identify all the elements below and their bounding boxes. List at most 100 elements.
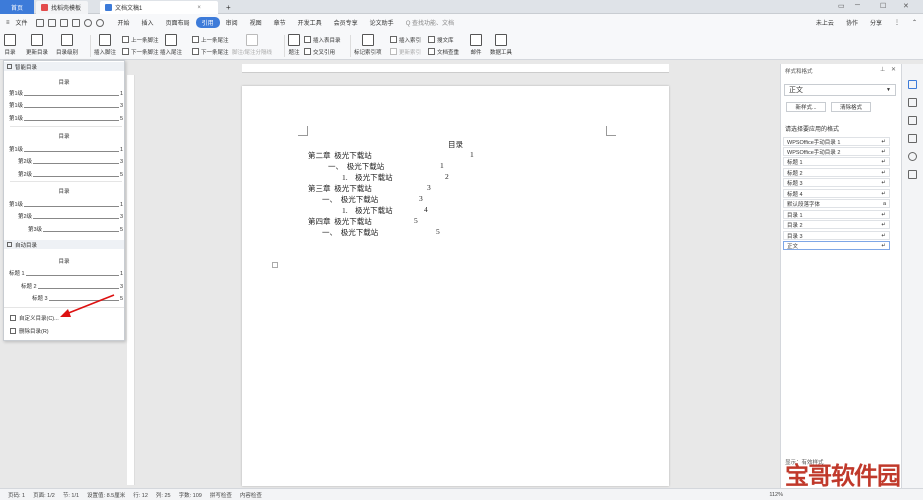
cloud-status[interactable]: 未上云 [810, 17, 840, 28]
prev-endnote-button[interactable]: 上一条尾注 [192, 35, 229, 44]
spell-check-toggle[interactable]: 拼写检查 [210, 491, 232, 499]
close-tab-icon[interactable]: × [197, 5, 201, 11]
maximize-icon[interactable]: ☐ [880, 2, 886, 10]
delete-toc-menu-item[interactable]: 删除目录(R) [10, 327, 49, 335]
new-style-button[interactable]: 新样式... [786, 102, 826, 112]
select-cursor-icon[interactable] [908, 98, 917, 107]
status-words[interactable]: 字数: 109 [179, 491, 202, 499]
toc-preview-line[interactable]: 第1级 3 [9, 101, 123, 109]
style-item[interactable]: 默认段落字体 a [783, 199, 890, 208]
menu-file[interactable]: 文件 [16, 17, 34, 28]
vertical-ruler[interactable] [127, 75, 135, 485]
update-index-icon [390, 48, 397, 55]
hamburger-icon[interactable]: ≡ [0, 17, 16, 28]
new-tab-button[interactable]: + [221, 1, 236, 14]
save-icon[interactable] [35, 18, 44, 27]
image-icon[interactable] [908, 134, 917, 143]
tab-template[interactable]: 找稻壳模板 [36, 1, 88, 14]
menu-layout[interactable]: 页面布局 [160, 17, 196, 28]
toc-preview-line[interactable]: 第1级 5 [9, 114, 123, 122]
toc-preview-line[interactable]: 标题 11 [9, 269, 123, 277]
settings-sliders-icon[interactable] [908, 116, 917, 125]
style-pen-icon[interactable] [908, 80, 917, 89]
menu-view[interactable]: 视图 [244, 17, 268, 28]
toc-preview-line[interactable]: 标题 23 [21, 282, 123, 290]
next-endnote-button[interactable]: 下一条尾注 [192, 47, 229, 56]
style-item[interactable]: 目录 2 ↵ [783, 220, 890, 229]
close-icon[interactable]: ✕ [903, 2, 909, 10]
document-page[interactable]: 目录 第二章 极光下载站 1 一、 极光下载站 1 1. 极光下载站 2 第三章… [242, 86, 669, 486]
toc-button[interactable]: 目录 [4, 34, 16, 56]
style-item[interactable]: 标题 2 ↵ [783, 168, 890, 177]
undo-icon[interactable] [83, 18, 92, 27]
mark-index-button[interactable]: 标记索引项 [354, 34, 382, 56]
doc-check-button[interactable]: 文档查重 [428, 47, 459, 56]
current-style-select[interactable]: 正文 ▼ [784, 84, 896, 96]
style-item[interactable]: 目录 3 ↵ [783, 231, 890, 240]
clear-format-button[interactable]: 清除格式 [831, 102, 871, 112]
style-item[interactable]: 标题 3 ↵ [783, 178, 890, 187]
style-item[interactable]: WPSOffice手动目录 2 ↵ [783, 147, 890, 156]
custom-toc-icon [10, 315, 16, 321]
cross-reference-button[interactable]: 交叉引用 [304, 47, 335, 56]
toc-level-button[interactable]: 目录级别 [56, 34, 78, 56]
zoom-level[interactable]: 112% [769, 492, 783, 498]
location-icon[interactable] [908, 152, 917, 161]
update-index-button[interactable]: 更新索引 [390, 47, 421, 56]
search-library-button[interactable]: 搜文库 [428, 35, 454, 44]
auto-toc-icon [7, 242, 12, 247]
style-item-selected[interactable]: 正文 ↵ [783, 241, 890, 250]
menu-insert[interactable]: 插入 [136, 17, 160, 28]
next-footnote-button[interactable]: 下一条脚注 [122, 47, 159, 56]
minimize-icon[interactable]: ─ [855, 2, 860, 9]
menu-home[interactable]: 开始 [112, 17, 136, 28]
caption-button[interactable]: 题注 [288, 34, 300, 56]
tab-home[interactable]: 首页 [0, 0, 34, 14]
menu-review[interactable]: 审阅 [220, 17, 244, 28]
pin-icon[interactable]: ⊥ [880, 66, 885, 73]
preview-icon[interactable] [59, 18, 68, 27]
content-check-toggle[interactable]: 内容检查 [240, 491, 262, 499]
toc-preview-line[interactable]: 第2级 5 [18, 170, 123, 178]
print-icon[interactable] [47, 18, 56, 27]
toc-preview-line[interactable]: 第2级 3 [18, 212, 123, 220]
collapse-icon[interactable]: ⌃ [906, 17, 923, 28]
toc-preview-line[interactable]: 第1级 1 [9, 89, 123, 97]
horizontal-ruler[interactable] [242, 64, 669, 73]
menu-developer[interactable]: 开发工具 [292, 17, 328, 28]
share-export-icon[interactable] [908, 170, 917, 179]
more-icon[interactable]: ⋮ [888, 17, 906, 28]
toc-preview-line[interactable]: 第3级 5 [28, 225, 123, 233]
menu-member[interactable]: 会员专享 [328, 17, 364, 28]
style-panel-header: 样式和格式 [785, 69, 813, 75]
menu-references[interactable]: 引用 [195, 17, 220, 28]
toc-preview-line[interactable]: 第2级 3 [18, 157, 123, 165]
export-icon[interactable] [71, 18, 80, 27]
insert-table-toc-button[interactable]: 插入表目录 [304, 35, 341, 44]
share-button[interactable]: 分享 [864, 17, 888, 28]
layout-icon[interactable]: ▭ [838, 2, 845, 10]
redo-icon[interactable] [95, 18, 104, 27]
search-box[interactable]: Q 查找功能、文档 [406, 18, 454, 27]
menu-paper[interactable]: 论文助手 [364, 17, 400, 28]
close-panel-icon[interactable]: ✕ [891, 66, 896, 73]
prev-footnote-button[interactable]: 上一条脚注 [122, 35, 159, 44]
insert-footnote-button[interactable]: 插入脚注 [94, 34, 116, 56]
style-item[interactable]: 目录 1 ↵ [783, 210, 890, 219]
footnote-separator-button[interactable]: 脚注/尾注分隔线 [232, 34, 272, 56]
tab-document[interactable]: 文档文稿1 × [100, 1, 218, 14]
style-item[interactable]: 标题 1 ↵ [783, 157, 890, 166]
smart-toc-header: 智能目录 [4, 62, 124, 71]
insert-endnote-button[interactable]: 插入尾注 [160, 34, 182, 56]
custom-toc-menu-item[interactable]: 自定义目录(C)... [10, 314, 59, 322]
toc-preview-line[interactable]: 第1级 1 [9, 145, 123, 153]
mail-button[interactable]: 邮件 [470, 34, 482, 56]
style-item[interactable]: WPSOffice手动目录 1 ↵ [783, 137, 890, 146]
style-item[interactable]: 标题 4 ↵ [783, 189, 890, 198]
update-toc-button[interactable]: 更新目录 [26, 34, 48, 56]
data-tool-button[interactable]: 数据工具 [490, 34, 512, 56]
insert-index-button[interactable]: 插入索引 [390, 35, 421, 44]
menu-section[interactable]: 章节 [268, 17, 292, 28]
toc-preview-line[interactable]: 第1级 1 [9, 200, 123, 208]
collab-button[interactable]: 协作 [840, 17, 864, 28]
